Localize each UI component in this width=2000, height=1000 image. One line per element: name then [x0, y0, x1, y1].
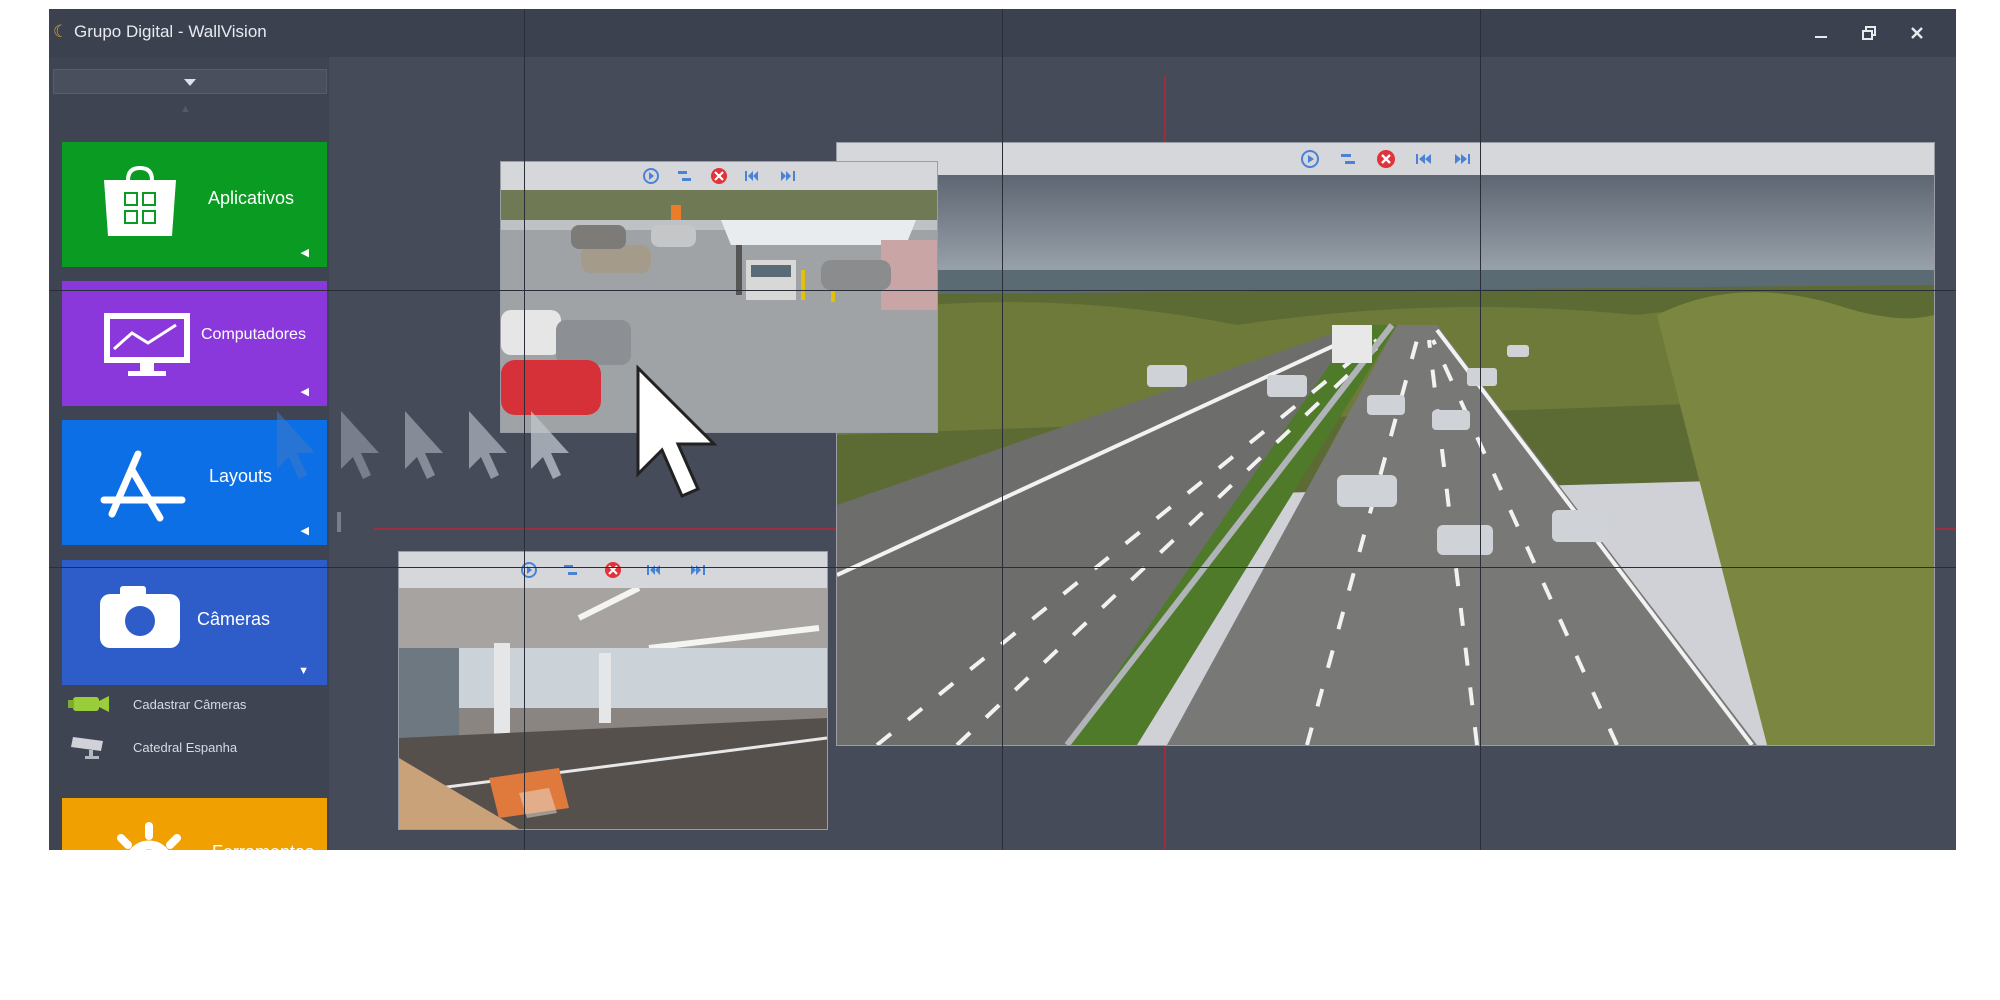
tile-label: Computadores: [201, 326, 306, 343]
grid-line: [49, 290, 1956, 291]
next-button[interactable]: [777, 166, 797, 186]
play-button[interactable]: [1300, 149, 1320, 169]
next-button[interactable]: [687, 560, 707, 580]
windows-store-icon: [100, 164, 180, 243]
camera-toolbar: [501, 162, 937, 190]
tile-aplicativos[interactable]: Aplicativos ◀: [62, 142, 327, 267]
restore-button[interactable]: [1854, 19, 1884, 47]
monitor-icon: [102, 311, 192, 386]
play-button[interactable]: [641, 166, 661, 186]
close-icon: [1911, 27, 1923, 39]
next-icon: [1454, 154, 1470, 164]
play-icon: [643, 168, 659, 184]
camera-window-parking-garage[interactable]: [398, 551, 828, 830]
next-button[interactable]: [1452, 149, 1472, 169]
camera-feed-parking-garage: [399, 588, 827, 829]
gear-icon: [104, 820, 194, 850]
close-camera-button[interactable]: [603, 560, 623, 580]
mouse-cursor-icon: [636, 364, 718, 498]
close-icon: [605, 562, 621, 578]
previous-icon: [1415, 154, 1431, 164]
play-icon: [521, 562, 537, 578]
close-camera-button[interactable]: [1376, 149, 1396, 169]
layout-icon: [678, 171, 691, 181]
layout-button[interactable]: [675, 166, 695, 186]
close-window-button[interactable]: [1902, 19, 1932, 47]
tile-label: Layouts: [209, 466, 273, 486]
tile-label: Ferramentas: [212, 842, 314, 850]
grid-line: [49, 567, 1956, 568]
tile-arrow-icon: ◀: [300, 525, 309, 537]
cursor-icon: [277, 411, 569, 479]
layout-icon: [1340, 154, 1355, 164]
tile-ferramentas[interactable]: Ferramentas: [62, 798, 327, 850]
minimize-icon: [1815, 36, 1827, 38]
play-icon: [1300, 150, 1319, 168]
tile-cameras[interactable]: Câmeras ▼: [62, 560, 327, 685]
scroll-up-icon[interactable]: ▲: [180, 103, 191, 115]
layout-icon: [564, 565, 577, 575]
chevron-down-icon: ▼: [298, 665, 309, 677]
cctv-camera-icon: [67, 735, 111, 759]
tile-computadores[interactable]: Computadores ◀: [62, 281, 327, 406]
restore-icon: [1862, 26, 1876, 40]
sidebar-dropdown[interactable]: [53, 69, 327, 94]
list-item-label: Cadastrar Câmeras: [133, 696, 247, 712]
close-icon: [711, 168, 727, 184]
close-icon: [1376, 150, 1395, 168]
add-camera-icon: [67, 692, 111, 716]
previous-icon: [647, 565, 660, 575]
tile-label: Câmeras: [197, 609, 271, 629]
next-icon: [781, 171, 795, 181]
grid-line: [1480, 9, 1481, 850]
grid-line: [1002, 9, 1003, 850]
tile-arrow-icon: ◀: [300, 247, 309, 259]
previous-button[interactable]: [645, 560, 665, 580]
app-logo-icon: ☾: [53, 22, 69, 41]
previous-button[interactable]: [1414, 149, 1434, 169]
previous-button[interactable]: [743, 166, 763, 186]
tile-label: Aplicativos: [208, 188, 295, 208]
list-item-label: Catedral Espanha: [133, 739, 238, 755]
camera-window-highway[interactable]: [836, 142, 1935, 746]
close-camera-button[interactable]: [709, 166, 729, 186]
app-window: ☾ Grupo Digital - WallVision ▲ Aplicativ…: [49, 9, 1956, 850]
list-item-cadastrar-cameras[interactable]: Cadastrar Câmeras: [67, 689, 246, 719]
chevron-down-icon: [184, 78, 196, 86]
tile-arrow-icon: ◀: [300, 386, 309, 398]
layout-button[interactable]: [1338, 149, 1358, 169]
camera-toolbar: [399, 552, 827, 588]
next-icon: [691, 565, 705, 575]
window-title: Grupo Digital - WallVision: [74, 22, 267, 41]
app-store-icon: [98, 448, 188, 529]
camera-icon: [98, 584, 182, 655]
previous-icon: [745, 171, 758, 181]
layout-button[interactable]: [561, 560, 581, 580]
list-item-catedral-espanha[interactable]: Catedral Espanha: [67, 732, 237, 762]
play-button[interactable]: [519, 560, 539, 580]
minimize-button[interactable]: [1806, 19, 1836, 47]
